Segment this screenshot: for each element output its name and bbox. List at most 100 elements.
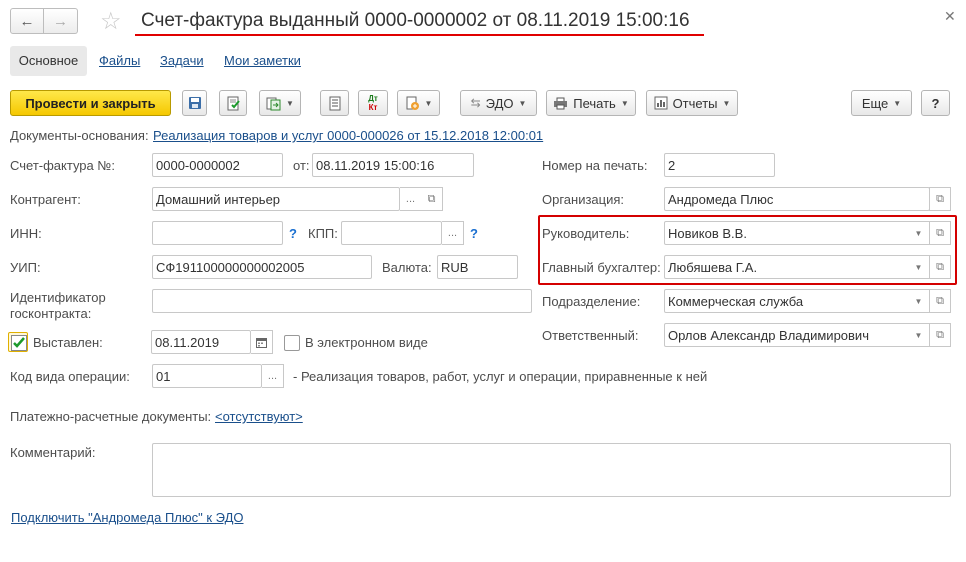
post-and-close-label: Провести и закрыть — [25, 95, 156, 111]
more-button[interactable]: Еще ▼ — [851, 90, 912, 116]
counterparty-label: Контрагент: — [10, 192, 81, 207]
close-icon[interactable]: ✕ — [944, 8, 956, 25]
reports-label: Отчеты — [672, 95, 718, 111]
issued-checkbox[interactable] — [8, 332, 28, 352]
back-button[interactable]: ← — [10, 8, 44, 34]
invoice-number-label: Счет-фактура №: — [10, 158, 115, 173]
chevron-down-icon: ▼ — [893, 98, 902, 108]
invoice-date-field[interactable]: 08.11.2019 15:00:16 — [312, 153, 474, 177]
calendar-button[interactable] — [251, 330, 273, 354]
contract-id-label-line2: госконтракта: — [10, 306, 92, 321]
electronic-checkbox[interactable] — [284, 335, 300, 351]
title-highlight-underline — [135, 34, 704, 36]
print-button[interactable]: Печать ▼ — [546, 90, 636, 116]
counterparty-field[interactable]: Домашний интерьер — [152, 187, 400, 211]
contract-id-label-line1: Идентификатор — [10, 290, 106, 305]
counterparty-select-button[interactable]: ... — [400, 187, 422, 211]
chief-accountant-field[interactable]: Любяшева Г.А. — [664, 255, 910, 279]
currency-label: Валюта: — [382, 260, 432, 275]
kpp-select-button[interactable]: ... — [442, 221, 464, 245]
open-window-icon: ⧉ — [936, 294, 944, 307]
ellipsis-icon: ... — [447, 227, 458, 239]
department-open-button[interactable]: ⧉ — [929, 289, 951, 313]
op-code-field[interactable]: 01 — [152, 364, 262, 388]
post-button[interactable] — [219, 90, 247, 116]
head-dropdown-button[interactable]: ▼ — [908, 221, 930, 245]
payment-docs-link[interactable]: <отсутствуют> — [215, 409, 303, 424]
organization-label: Организация: — [542, 192, 625, 207]
chevron-down-icon: ▼ — [722, 98, 731, 108]
issued-date-field[interactable]: 08.11.2019 — [151, 330, 251, 354]
save-button[interactable] — [182, 90, 207, 116]
reports-button[interactable]: Отчеты ▼ — [646, 90, 738, 116]
chevron-down-icon: ▼ — [424, 98, 433, 108]
chevron-down-icon: ▼ — [620, 98, 629, 108]
print-label: Печать — [573, 95, 616, 111]
more-label: Еще — [861, 95, 889, 111]
tab-tasks[interactable]: Задачи — [160, 46, 204, 76]
organization-field[interactable]: Андромеда Плюс — [664, 187, 930, 211]
open-window-icon: ⧉ — [936, 260, 944, 273]
inn-help-icon[interactable]: ? — [289, 226, 297, 241]
attachments-button[interactable]: ▼ — [397, 90, 440, 116]
forward-button[interactable]: → — [44, 8, 78, 34]
invoice-number-field[interactable]: 0000-0000002 — [152, 153, 283, 177]
kpp-help-icon[interactable]: ? — [470, 226, 478, 241]
basis-document-link[interactable]: Реализация товаров и услуг 0000-000026 о… — [153, 128, 543, 143]
floppy-disk-icon — [188, 97, 201, 109]
chief-accountant-label: Главный бухгалтер: — [542, 260, 661, 275]
connect-edo-link[interactable]: Подключить "Андромеда Плюс" к ЭДО — [11, 510, 243, 525]
journal-button[interactable] — [320, 90, 349, 116]
tab-main[interactable]: Основное — [10, 46, 87, 76]
help-button[interactable]: ? — [921, 90, 950, 116]
kpp-label: КПП: — [308, 226, 338, 241]
debit-credit-icon: Дт Кт — [368, 94, 378, 112]
op-code-label: Код вида операции: — [10, 369, 130, 384]
department-field[interactable]: Коммерческая служба — [664, 289, 910, 313]
checkmark-icon — [11, 335, 27, 351]
post-and-close-button[interactable]: Провести и закрыть — [10, 90, 171, 116]
department-dropdown-button[interactable]: ▼ — [908, 289, 930, 313]
tab-files[interactable]: Файлы — [99, 46, 140, 76]
head-field[interactable]: Новиков В.В. — [664, 221, 910, 245]
contract-id-field[interactable] — [152, 289, 532, 313]
help-icon: ? — [931, 95, 940, 111]
print-number-label: Номер на печать: — [542, 158, 648, 173]
create-based-on-icon — [266, 97, 281, 110]
chevron-down-icon: ▼ — [914, 296, 923, 306]
comment-field[interactable] — [152, 443, 951, 497]
payment-docs-label: Платежно-расчетные документы: — [10, 409, 212, 424]
responsible-dropdown-button[interactable]: ▼ — [908, 323, 930, 347]
edo-exchange-icon: ⇆ — [470, 96, 481, 110]
responsible-field[interactable]: Орлов Александр Владимирович — [664, 323, 910, 347]
tab-my-notes[interactable]: Мои заметки — [224, 46, 301, 76]
open-window-icon: ⧉ — [936, 192, 944, 205]
page-title: Счет-фактура выданный 0000-0000002 от 08… — [141, 10, 690, 31]
counterparty-open-button[interactable]: ⧉ — [421, 187, 443, 211]
edo-button[interactable]: ⇆ ЭДО ▼ — [460, 90, 537, 116]
head-open-button[interactable]: ⧉ — [929, 221, 951, 245]
responsible-open-button[interactable]: ⧉ — [929, 323, 951, 347]
print-number-field[interactable]: 2 — [664, 153, 775, 177]
dt-kt-button[interactable]: Дт Кт — [358, 90, 388, 116]
responsible-label: Ответственный: — [542, 328, 639, 343]
inn-field[interactable] — [152, 221, 283, 245]
open-window-icon: ⧉ — [427, 192, 436, 205]
favorite-star-icon[interactable]: ☆ — [100, 7, 122, 36]
chief-accountant-dropdown-button[interactable]: ▼ — [908, 255, 930, 279]
currency-field[interactable]: RUB — [437, 255, 518, 279]
chevron-down-icon: ▼ — [286, 98, 294, 108]
open-window-icon: ⧉ — [936, 226, 944, 239]
head-label: Руководитель: — [542, 226, 630, 241]
ellipsis-icon: ... — [267, 370, 278, 382]
uip-field[interactable]: СФ191100000000002005 — [152, 255, 372, 279]
reports-icon — [654, 96, 668, 110]
electronic-label: В электронном виде — [305, 335, 428, 350]
op-code-select-button[interactable]: ... — [262, 364, 284, 388]
chief-accountant-open-button[interactable]: ⧉ — [929, 255, 951, 279]
chevron-down-icon: ▼ — [914, 330, 923, 340]
organization-open-button[interactable]: ⧉ — [929, 187, 951, 211]
kpp-field[interactable] — [341, 221, 442, 245]
chevron-down-icon: ▼ — [914, 262, 923, 272]
create-based-on-button[interactable]: ▼ — [259, 90, 301, 116]
